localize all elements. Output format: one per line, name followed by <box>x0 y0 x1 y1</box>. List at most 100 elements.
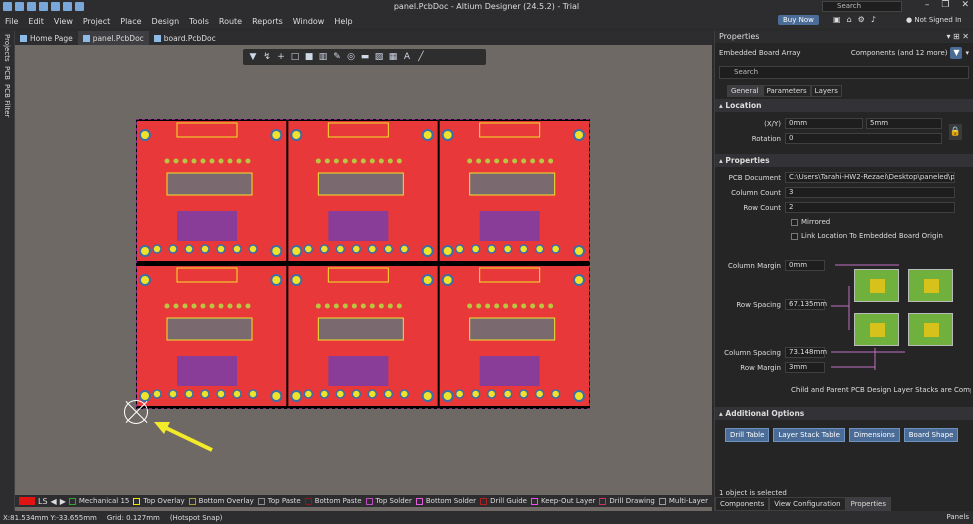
panel-controls[interactable]: ▾ ⊞ ✕ <box>946 31 969 43</box>
chat-icon[interactable]: ▣ <box>833 15 841 24</box>
panels-button[interactable]: Panels <box>946 513 969 521</box>
menu-place[interactable]: Place <box>115 17 146 26</box>
save-all-icon[interactable] <box>27 2 36 11</box>
menu-reports[interactable]: Reports <box>247 17 288 26</box>
plus-icon[interactable]: + <box>276 52 286 62</box>
pcb-document-field[interactable]: C:\Users\Tarahi-HW2-Rezaei\Desktop\panel… <box>785 172 955 183</box>
menu-view[interactable]: View <box>49 17 78 26</box>
text-icon[interactable]: A <box>402 52 412 62</box>
tab-board-pcbdoc[interactable]: board.PcbDoc <box>149 31 221 45</box>
user-signin[interactable]: ● Not Signed In <box>906 16 962 24</box>
menu-design[interactable]: Design <box>147 17 185 26</box>
layer-tab[interactable]: Drill Drawing <box>599 497 655 505</box>
layer-scroll-left-icon[interactable]: ◀ <box>51 497 57 506</box>
via-pad <box>200 389 210 399</box>
menu-project[interactable]: Project <box>78 17 115 26</box>
rail-tab-projects[interactable]: Projects <box>3 34 11 62</box>
buy-now-button[interactable]: Buy Now <box>778 15 819 25</box>
minimize-button[interactable]: – <box>925 0 930 10</box>
routing-area <box>479 211 540 241</box>
menu-file[interactable]: File <box>0 17 23 26</box>
select-rect-icon[interactable]: □ <box>290 52 300 62</box>
layer-tab[interactable]: Bottom Overlay <box>188 497 254 505</box>
layer-scroll-right-icon[interactable]: ▶ <box>60 497 66 506</box>
link-location-checkbox[interactable]: Link Location To Embedded Board Origin <box>791 229 973 243</box>
save-icon[interactable] <box>15 2 24 11</box>
redo-icon[interactable] <box>75 2 84 11</box>
filter-icon[interactable]: ▼ <box>950 47 963 59</box>
embedded-board-array[interactable] <box>135 118 591 410</box>
via-icon[interactable]: ◎ <box>346 52 356 62</box>
mirrored-checkbox[interactable]: Mirrored <box>791 215 973 229</box>
layer-tab[interactable]: Top Overlay <box>133 497 185 505</box>
tab-general[interactable]: General <box>727 85 763 97</box>
undo-icon[interactable] <box>63 2 72 11</box>
global-search-input[interactable]: Search <box>822 1 902 12</box>
rail-tab-pcb-filter[interactable]: PCB Filter <box>3 84 11 117</box>
close-button[interactable]: ✕ <box>961 0 969 10</box>
board-shape-button[interactable]: Board Shape <box>903 428 959 442</box>
row-count-label: Row Count <box>743 203 781 212</box>
layer-tab[interactable]: Multi-Layer <box>658 497 708 505</box>
filter-dropdown-icon[interactable]: ▾ <box>965 49 969 57</box>
region-icon[interactable]: ▦ <box>388 52 398 62</box>
tab-layers[interactable]: Layers <box>810 85 842 97</box>
location-section-header[interactable]: ▴ Location <box>715 99 973 112</box>
menu-route[interactable]: Route <box>214 17 247 26</box>
mounting-hole <box>573 274 585 286</box>
layer-tab[interactable]: Mechanical 15 <box>68 497 129 505</box>
routing-area <box>177 211 237 241</box>
place-component-icon[interactable]: ■ <box>304 52 314 62</box>
current-layer-swatch[interactable] <box>19 497 35 505</box>
properties-search-input[interactable]: Search <box>719 66 969 79</box>
polygon-icon[interactable]: ▨ <box>374 52 384 62</box>
fill-icon[interactable]: ▬ <box>360 52 370 62</box>
layer-stack-table-button[interactable]: Layer Stack Table <box>773 428 845 442</box>
open-folder-icon[interactable] <box>39 2 48 11</box>
pad <box>521 303 527 309</box>
layer-tab[interactable]: Bottom Solder <box>415 497 476 505</box>
tab-view-configuration[interactable]: View Configuration <box>769 497 846 511</box>
lock-icon[interactable]: 🔒 <box>949 124 962 140</box>
column-count-input[interactable]: 3 <box>785 187 955 198</box>
via-pad <box>534 389 545 399</box>
pen-icon[interactable]: ✎ <box>332 52 342 62</box>
dimensions-button[interactable]: Dimensions <box>848 428 900 442</box>
menu-help[interactable]: Help <box>329 17 357 26</box>
rotation-input[interactable]: 0 <box>785 133 942 144</box>
tab-panel-pcbdoc[interactable]: panel.PcbDoc <box>77 31 149 45</box>
row-count-input[interactable]: 2 <box>785 202 955 213</box>
layer-tab[interactable]: Top Paste <box>257 497 301 505</box>
chart-icon[interactable]: ▥ <box>318 52 328 62</box>
open-project-icon[interactable] <box>51 2 60 11</box>
bell-icon[interactable]: ♪ <box>871 15 876 24</box>
maximize-button[interactable]: ❐ <box>941 0 949 10</box>
layer-tab[interactable]: Top Solder <box>365 497 412 505</box>
checkbox-label: Mirrored <box>801 218 831 226</box>
y-input[interactable]: 5mm <box>866 118 942 129</box>
gear-icon[interactable]: ⚙ <box>858 15 865 24</box>
layer-set-button[interactable]: LS <box>38 497 48 506</box>
tab-properties[interactable]: Properties <box>845 497 891 511</box>
pad <box>164 303 170 309</box>
pad <box>503 303 509 309</box>
layer-tab[interactable]: Bottom Paste <box>304 497 362 505</box>
menu-edit[interactable]: Edit <box>23 17 49 26</box>
menu-tools[interactable]: Tools <box>184 17 214 26</box>
app-icon[interactable] <box>3 2 12 11</box>
rail-tab-pcb[interactable]: PCB <box>3 66 11 80</box>
layer-tab[interactable]: Keep-Out Layer <box>530 497 595 505</box>
home-icon[interactable]: ⌂ <box>847 15 852 24</box>
tab-home-page[interactable]: Home Page <box>15 31 78 45</box>
filter-icon[interactable]: ▼ <box>248 52 258 62</box>
properties-section-header[interactable]: ▴ Properties <box>715 154 973 167</box>
route-icon[interactable]: ↯ <box>262 52 272 62</box>
layer-tab[interactable]: Drill Guide <box>480 497 527 505</box>
drill-table-button[interactable]: Drill Table <box>725 428 770 442</box>
tab-parameters[interactable]: Parameters <box>762 85 811 97</box>
menu-window[interactable]: Window <box>288 17 330 26</box>
line-icon[interactable]: ╱ <box>416 52 426 62</box>
tab-components[interactable]: Components <box>715 497 770 511</box>
additional-options-header[interactable]: ▴ Additional Options <box>715 407 973 420</box>
x-input[interactable]: 0mm <box>785 118 863 129</box>
